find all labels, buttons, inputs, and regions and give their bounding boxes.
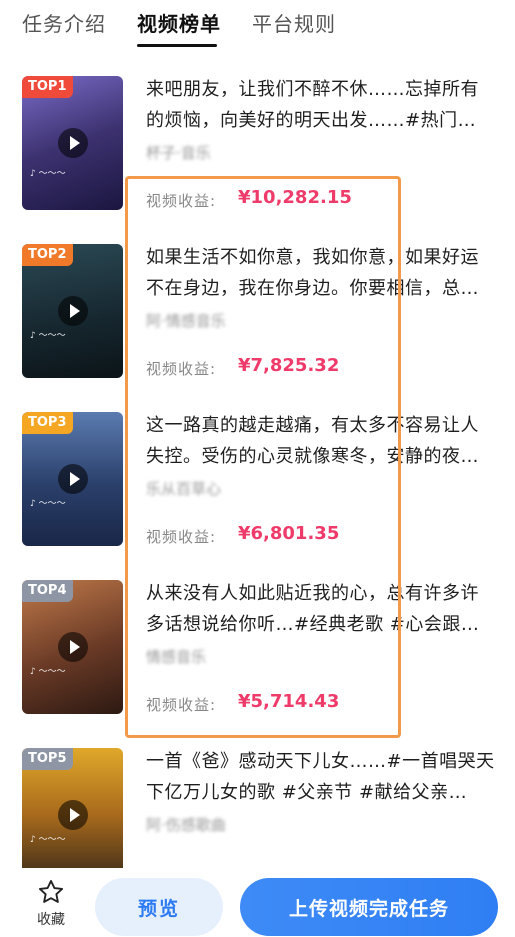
favorite-label: 收藏 (37, 912, 65, 928)
play-icon[interactable] (58, 632, 88, 662)
video-title[interactable]: 一首《爸》感动天下儿女……#一首唱哭天下亿万儿女的歌 #父亲节 #献给父亲… (146, 746, 496, 808)
rank-badge: TOP3 (22, 412, 73, 434)
earnings-row: 视频收益: ¥7,825.32 (146, 355, 339, 379)
video-author: 阿·伤感歌曲 (146, 816, 226, 834)
earnings-value: ¥6,801.35 (238, 523, 340, 544)
earnings-label: 视频收益: (146, 192, 217, 210)
video-thumbnail[interactable]: ♪ ～～～ TOP2 (22, 244, 123, 378)
tab-task-intro[interactable]: 任务介绍 (22, 8, 106, 37)
video-thumbnail[interactable]: ♪ ～～～ TOP4 (22, 580, 123, 714)
star-icon (38, 879, 64, 903)
video-thumbnail[interactable]: ♪ ～～～ TOP3 (22, 412, 123, 546)
bottom-action-bar: 收藏 预览 上传视频完成任务 (0, 868, 515, 937)
video-author: 杯子·音乐 (146, 144, 211, 162)
rank-badge: TOP4 (22, 580, 73, 602)
video-title[interactable]: 来吧朋友，让我们不醉不休……忘掉所有的烦恼，向美好的明天出发……#热门… (146, 74, 496, 136)
active-tab-indicator (137, 44, 217, 47)
rank-badge: TOP5 (22, 748, 73, 770)
tab-bar: 任务介绍 视频榜单 平台规则 (0, 0, 515, 56)
earnings-value: ¥7,825.32 (238, 355, 340, 376)
play-icon[interactable] (58, 296, 88, 326)
earnings-label: 视频收益: (146, 360, 217, 378)
play-icon[interactable] (58, 128, 88, 158)
video-title[interactable]: 从来没有人如此贴近我的心，总有许多许多话想说给你听…#经典老歌 #心会跟… (146, 578, 496, 640)
earnings-value: ¥5,714.43 (238, 691, 340, 712)
play-icon[interactable] (58, 800, 88, 830)
upload-video-button[interactable]: 上传视频完成任务 (240, 878, 498, 936)
earnings-label: 视频收益: (146, 696, 217, 714)
play-icon[interactable] (58, 464, 88, 494)
video-title[interactable]: 这一路真的越走越痛，有太多不容易让人失控。受伤的心灵就像寒冬，安静的夜… (146, 410, 496, 472)
video-thumbnail[interactable]: ♪ ～～～ TOP5 (22, 748, 123, 882)
favorite-button[interactable]: 收藏 (26, 878, 76, 929)
earnings-value: ¥10,282.15 (238, 187, 352, 208)
earnings-row: 视频收益: ¥6,801.35 (146, 523, 339, 547)
video-title[interactable]: 如果生活不如你意，我如你意，如果好运不在身边，我在你身边。你要相信，总… (146, 242, 496, 304)
rank-badge: TOP1 (22, 76, 73, 98)
tab-platform-rules[interactable]: 平台规则 (252, 8, 336, 37)
earnings-row: 视频收益: ¥5,714.43 (146, 691, 339, 715)
preview-button[interactable]: 预览 (95, 878, 223, 936)
video-author: 情感音乐 (146, 648, 207, 666)
video-author: 阿·情感音乐 (146, 312, 226, 330)
rank-badge: TOP2 (22, 244, 73, 266)
earnings-row: 视频收益: ¥10,282.15 (146, 187, 352, 211)
earnings-label: 视频收益: (146, 528, 217, 546)
video-thumbnail[interactable]: ♪ ～～～ TOP1 (22, 76, 123, 210)
video-author: 乐从百草心 (146, 480, 222, 498)
tab-video-ranking[interactable]: 视频榜单 (137, 8, 221, 37)
